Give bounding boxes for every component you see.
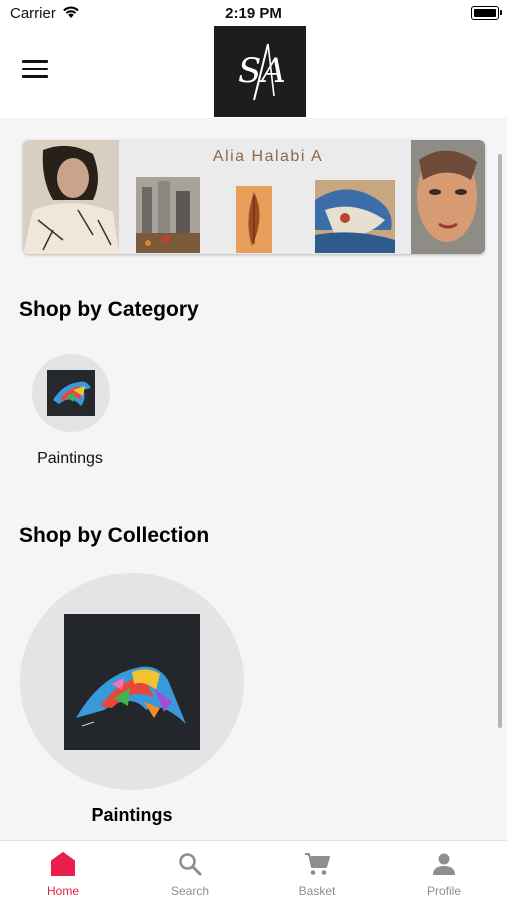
clock: 2:19 PM: [225, 5, 282, 22]
collection-thumbnail: [20, 573, 244, 790]
tab-search-label: Search: [170, 884, 210, 898]
banner-artwork-city: [136, 177, 200, 253]
tab-profile[interactable]: Profile: [381, 841, 507, 901]
banner-artwork-abstract: [315, 180, 395, 253]
collection-label: Paintings: [91, 805, 173, 825]
artist-banner[interactable]: Alia Halabi A: [23, 140, 485, 254]
category-label: Paintings: [37, 450, 103, 467]
banner-title: Alia Halabi A: [212, 148, 324, 165]
bottom-tab-bar: Home Search Basket Profile: [0, 840, 507, 901]
person-icon: [432, 852, 456, 881]
shop-by-collection-heading: Shop by Collection: [19, 524, 210, 547]
tab-home[interactable]: Home: [0, 841, 126, 901]
tab-basket[interactable]: Basket: [254, 841, 380, 901]
banner-artwork-feather: [236, 186, 272, 253]
tab-search[interactable]: Search: [127, 841, 253, 901]
status-bar: Carrier 2:19 PM: [0, 0, 507, 26]
banner-artwork-portrait-right: [411, 140, 485, 254]
banner-artwork-portrait-left: [23, 140, 119, 254]
search-icon: [178, 852, 202, 881]
home-icon: [50, 852, 76, 881]
tab-profile-label: Profile: [426, 884, 461, 898]
bird-painting-large: [64, 613, 200, 750]
vertical-scrollbar[interactable]: [498, 154, 502, 728]
battery-icon: [471, 6, 502, 20]
app-header: SA: [0, 26, 507, 118]
hamburger-menu-icon[interactable]: [22, 60, 48, 82]
tab-basket-label: Basket: [298, 884, 336, 898]
tab-home-label: Home: [46, 884, 79, 898]
cart-icon: [304, 852, 330, 881]
category-thumbnail: [32, 354, 110, 432]
bird-painting-thumbnail: [47, 370, 95, 416]
home-scroll-view[interactable]: Alia Halabi A Shop by Category Paintings…: [0, 118, 507, 840]
brand-logo[interactable]: SA: [214, 26, 306, 117]
shop-by-category-heading: Shop by Category: [19, 298, 199, 321]
